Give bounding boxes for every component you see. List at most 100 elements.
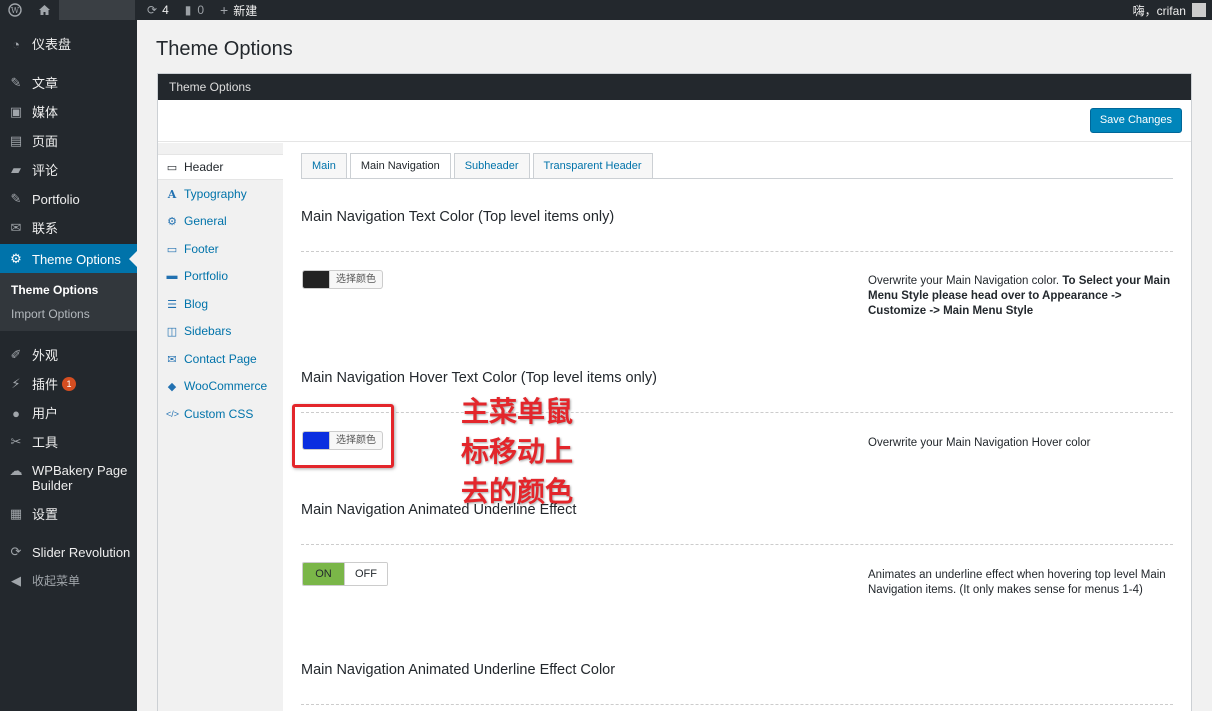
- sidebar-item-label: 收起菜单: [32, 573, 81, 588]
- mail-icon: ✉: [10, 220, 22, 235]
- options-content: Main Main Navigation Subheader Transpare…: [283, 143, 1191, 711]
- sidebar-item-contact[interactable]: ✉ 联系: [0, 220, 137, 236]
- plugin-icon: ⚡: [11, 376, 21, 391]
- sidebar-item-theme-options[interactable]: ⚙ Theme Options: [0, 244, 137, 274]
- sidebar-item-appearance[interactable]: ✐ 外观: [0, 347, 137, 363]
- plugin-update-badge: 1: [62, 377, 77, 391]
- page-title: Theme Options: [156, 38, 293, 60]
- sidebar-item-label: 文章: [32, 75, 59, 91]
- text-color-picker[interactable]: 选择颜色: [302, 270, 383, 289]
- theme-options-submenu: Theme Options Import Options: [0, 273, 137, 331]
- collapse-icon: ◀: [11, 573, 21, 588]
- tab-main-navigation[interactable]: Main Navigation: [349, 153, 451, 179]
- nav-item-sidebars[interactable]: ◫ Sidebars: [158, 318, 283, 344]
- refresh-icon: ⟳: [10, 544, 22, 559]
- sidebar-item-users[interactable]: ● 用户: [0, 405, 137, 421]
- sidebar-item-dashboard[interactable]: ◔ 仪表盘: [0, 36, 137, 52]
- sidebar-item-comments[interactable]: ▰ 评论: [0, 162, 137, 178]
- site-name-redacted[interactable]: [59, 0, 135, 20]
- nav-item-label: Blog: [184, 297, 209, 311]
- sidebar-item-label: 评论: [32, 162, 59, 178]
- admin-sidebar: ◔ 仪表盘 ✎ 文章 ▣ 媒体 ▤ 页面 ▰ 评论 ✎ Portfolio ✉ …: [0, 20, 137, 711]
- tab-transparent-header[interactable]: Transparent Header: [532, 153, 653, 179]
- cloud-icon: ☁: [9, 463, 23, 478]
- nav-item-contact-page[interactable]: ✉ Contact Page: [158, 346, 283, 372]
- updates-icon: ⟳: [147, 3, 158, 17]
- toggle-on[interactable]: ON: [303, 563, 345, 585]
- account-menu[interactable]: 嗨，crifan: [1133, 2, 1212, 19]
- pin-icon: ✎: [10, 191, 22, 206]
- save-changes-button[interactable]: Save Changes: [1089, 108, 1182, 133]
- wordpress-logo-icon[interactable]: W: [0, 0, 30, 20]
- wrench-icon: ✂: [10, 434, 22, 449]
- highlight-box: [292, 404, 394, 468]
- new-label: 新建: [233, 3, 258, 18]
- submenu-import-options[interactable]: Import Options: [11, 307, 90, 321]
- options-section-nav: ▭ Header A Typography ⚙ General ▭ Footer…: [158, 143, 283, 711]
- sidebar-item-label: Slider Revolution: [32, 544, 131, 560]
- toggle-off[interactable]: OFF: [345, 563, 387, 585]
- nav-item-typography[interactable]: A Typography: [158, 181, 283, 207]
- nav-item-label: Header: [184, 160, 224, 174]
- section-divider: [301, 412, 1173, 413]
- sidebar-item-wpbakery[interactable]: ☁ WPBakery Page Builder: [0, 463, 137, 493]
- nav-item-portfolio[interactable]: ▬ Portfolio: [158, 263, 283, 289]
- sidebar-item-label-2: Builder: [32, 478, 73, 493]
- nav-item-woocommerce[interactable]: ◆ WooCommerce: [158, 373, 283, 399]
- plus-icon: +: [220, 2, 229, 18]
- section-title-text-color: Main Navigation Text Color (Top level it…: [301, 209, 615, 225]
- tab-subheader[interactable]: Subheader: [453, 153, 530, 179]
- typography-icon: A: [167, 187, 177, 201]
- nav-item-label: Custom CSS: [184, 407, 254, 421]
- pin-icon: ✎: [10, 75, 22, 90]
- comments-button[interactable]: ▮ 0: [177, 0, 212, 20]
- underline-toggle[interactable]: ON OFF: [302, 562, 388, 586]
- sidebar-item-portfolio[interactable]: ✎ Portfolio: [0, 191, 137, 207]
- nav-item-blog[interactable]: ☰ Blog: [158, 291, 283, 317]
- new-content-button[interactable]: + 新建: [212, 0, 265, 20]
- sidebar-item-plugins[interactable]: ⚡ 插件 1: [0, 376, 137, 392]
- nav-item-label: Sidebars: [184, 324, 232, 338]
- section-divider: [301, 544, 1173, 545]
- nav-item-custom-css[interactable]: </> Custom CSS: [158, 401, 283, 427]
- nav-item-label: Portfolio: [184, 269, 229, 283]
- nav-item-footer[interactable]: ▭ Footer: [158, 236, 283, 262]
- gear-icon: ⚙: [10, 251, 22, 266]
- nav-item-general[interactable]: ⚙ General: [158, 208, 283, 234]
- sidebar-item-label: 工具: [32, 434, 59, 450]
- updates-button[interactable]: ⟳ 4: [139, 0, 177, 20]
- tab-main[interactable]: Main: [301, 153, 347, 179]
- underline-description: Animates an underline effect when hoveri…: [868, 569, 1166, 596]
- sidebar-item-label: 媒体: [32, 104, 59, 120]
- panel-toolbar: Save Changes: [158, 100, 1191, 142]
- submenu-theme-options[interactable]: Theme Options: [11, 283, 98, 297]
- sidebar-item-tools[interactable]: ✂ 工具: [0, 434, 137, 450]
- briefcase-icon: ▬: [166, 270, 178, 282]
- nav-item-label: General: [184, 214, 227, 228]
- admin-bar: W ⟳ 4 ▮ 0 + 新建 嗨，crifan: [0, 0, 1212, 20]
- panel-header: Theme Options: [158, 74, 1191, 100]
- sidebar-item-posts[interactable]: ✎ 文章: [0, 75, 137, 91]
- sidebar-item-slider-revolution[interactable]: ⟳ Slider Revolution: [0, 544, 137, 560]
- text-color-swatch: [303, 271, 329, 288]
- collapse-menu-button[interactable]: ◀ 收起菜单: [0, 573, 137, 589]
- sidebar-item-media[interactable]: ▣ 媒体: [0, 104, 137, 120]
- brush-icon: ✐: [10, 347, 22, 362]
- monitor-icon: ▭: [166, 161, 178, 174]
- comment-icon: ▮: [184, 3, 192, 17]
- page-icon: ▤: [9, 133, 23, 148]
- nav-item-header[interactable]: ▭ Header: [158, 154, 283, 180]
- options-tabs: Main Main Navigation Subheader Transpare…: [301, 153, 656, 179]
- sidebar-item-label: 设置: [32, 506, 59, 522]
- home-icon[interactable]: [30, 0, 59, 20]
- comment-icon: ▰: [11, 162, 21, 177]
- section-divider: [301, 704, 1173, 705]
- text-color-description: Overwrite your Main Navigation color. To…: [868, 275, 1171, 317]
- sidebar-item-settings[interactable]: ▦ 设置: [0, 506, 137, 522]
- sidebar-item-pages[interactable]: ▤ 页面: [0, 133, 137, 149]
- section-title-hover-color: Main Navigation Hover Text Color (Top le…: [301, 370, 657, 386]
- sidebar-item-label: 联系: [32, 220, 59, 236]
- nav-item-label: Typography: [184, 187, 247, 201]
- sidebar-item-label: 外观: [32, 347, 59, 363]
- sidebar-item-label: 插件: [32, 376, 59, 392]
